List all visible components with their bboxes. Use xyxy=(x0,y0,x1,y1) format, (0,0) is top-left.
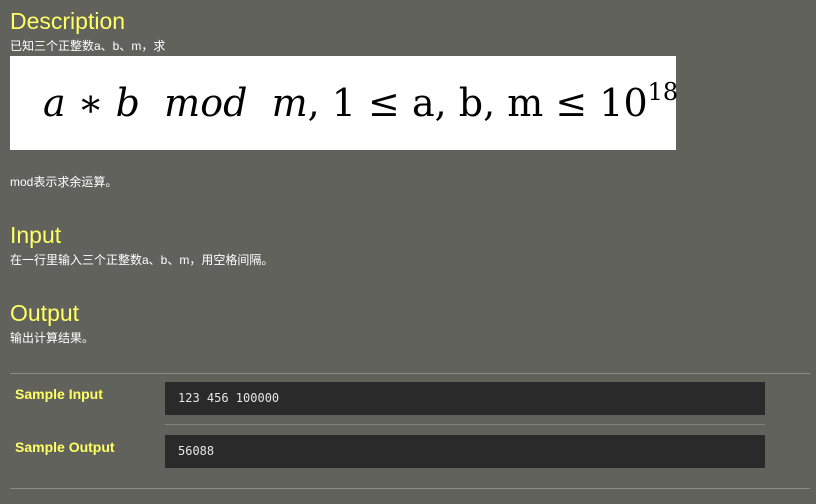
output-heading: Output xyxy=(10,300,80,326)
sample-output-label: Sample Output xyxy=(15,439,115,455)
input-text: 在一行里输入三个正整数a、b、m，用空格间隔。 xyxy=(10,253,274,267)
sample-output-box[interactable]: 56088 xyxy=(165,435,765,468)
description-heading: Description xyxy=(10,8,126,34)
divider-middle xyxy=(165,424,765,425)
formula-var-b: b xyxy=(115,81,140,125)
sample-input-label: Sample Input xyxy=(15,386,103,402)
formula-var-a: a xyxy=(43,81,66,125)
formula-var-m: m xyxy=(271,81,308,125)
input-heading: Input xyxy=(10,222,62,248)
description-note: mod表示求余运算。 xyxy=(10,175,118,189)
divider-top xyxy=(10,373,810,374)
output-text: 输出计算结果。 xyxy=(10,331,95,345)
formula-exponent: 18 xyxy=(647,78,679,106)
description-text: 已知三个正整数a、b、m，求 xyxy=(10,39,166,53)
formula: a ∗ b mod m, 1 ≤ a, b, m ≤ 1018 xyxy=(43,78,678,128)
formula-times: ∗ xyxy=(77,81,104,125)
formula-mod: mod xyxy=(164,81,248,125)
divider-bottom xyxy=(10,488,810,489)
sample-input-box[interactable]: 123 456 100000 xyxy=(165,382,765,415)
formula-image: a ∗ b mod m, 1 ≤ a, b, m ≤ 1018 xyxy=(10,56,678,150)
formula-constraint: , 1 ≤ a, b, m ≤ 10 xyxy=(307,81,648,125)
